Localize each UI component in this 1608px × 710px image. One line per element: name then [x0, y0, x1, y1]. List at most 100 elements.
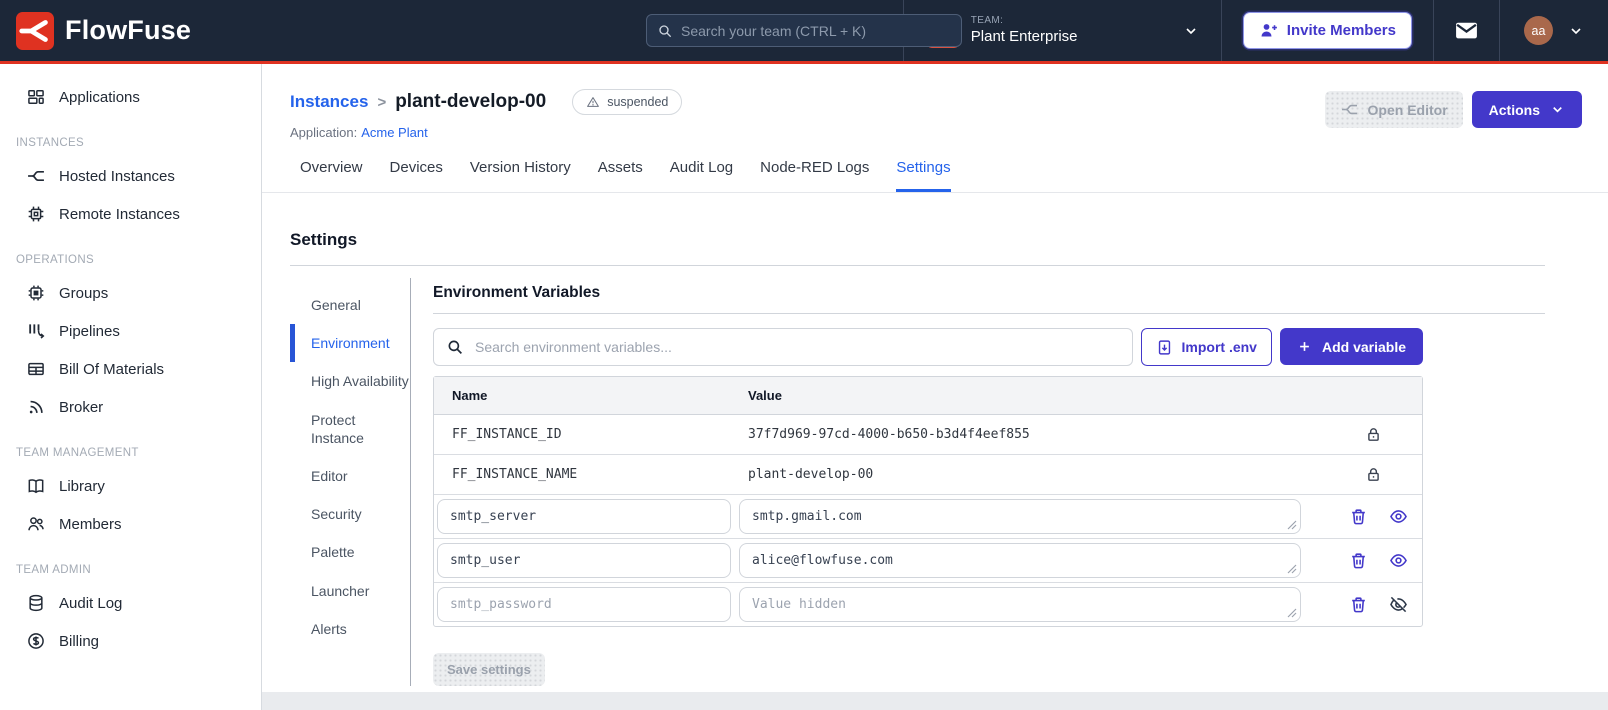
breadcrumb-instances-link[interactable]: Instances — [290, 92, 368, 112]
env-var-name-input[interactable] — [437, 499, 731, 534]
node-red-icon — [1341, 104, 1357, 115]
sidebar-item-applications[interactable]: Applications — [0, 78, 261, 116]
tab-audit-log[interactable]: Audit Log — [670, 159, 733, 192]
settings-nav-general[interactable]: General — [290, 286, 410, 324]
env-var-value-input[interactable]: smtp.gmail.com — [739, 499, 1301, 534]
column-header-name: Name — [452, 388, 488, 403]
table-header: Name Value — [434, 377, 1422, 415]
user-plus-icon — [1261, 24, 1277, 37]
sidebar-item-pipelines[interactable]: Pipelines — [0, 312, 261, 350]
breadcrumb-separator: > — [377, 93, 387, 111]
env-search-input[interactable] — [433, 328, 1133, 366]
invite-members-button[interactable]: Invite Members — [1242, 12, 1412, 49]
trash-icon — [1352, 553, 1365, 569]
application-label: Application: — [290, 125, 358, 140]
tab-version-history[interactable]: Version History — [470, 159, 571, 192]
divider — [290, 265, 1545, 266]
add-variable-button[interactable]: Add variable — [1279, 328, 1423, 365]
tab-settings[interactable]: Settings — [896, 159, 951, 192]
sidebar-item-label: Audit Log — [59, 594, 123, 612]
applications-icon — [26, 87, 46, 107]
sidebar-item-hosted-instances[interactable]: Hosted Instances — [0, 157, 261, 195]
settings-nav-editor[interactable]: Editor — [290, 457, 410, 495]
env-var-value-input[interactable] — [739, 587, 1301, 622]
header-actions: Open Editor Actions — [1324, 89, 1582, 140]
application-link[interactable]: Acme Plant — [361, 125, 427, 140]
notifications-button[interactable] — [1433, 0, 1499, 61]
sidebar-item-bill-of-materials[interactable]: Bill Of Materials — [0, 350, 261, 388]
delete-variable-button[interactable] — [1349, 507, 1368, 526]
settings-nav-high-availability[interactable]: High Availability — [290, 362, 410, 400]
import-file-icon — [1158, 339, 1170, 355]
breadcrumb: Instances > plant-develop-00 suspended — [290, 89, 683, 115]
resize-handle[interactable] — [1287, 520, 1297, 530]
env-toolbar: Import .env Add variable — [433, 328, 1423, 366]
sidebar-item-groups[interactable]: Groups — [0, 274, 261, 312]
tab-assets[interactable]: Assets — [598, 159, 643, 192]
hosted-instances-icon — [26, 166, 46, 186]
resize-handle[interactable] — [1287, 608, 1297, 618]
mail-icon — [1456, 22, 1477, 39]
trash-icon — [1352, 509, 1365, 525]
groups-icon — [26, 283, 46, 303]
sidebar-item-label: Library — [59, 477, 105, 495]
sidebar: Applications INSTANCES Hosted Instances … — [0, 64, 262, 710]
env-var-name-input[interactable] — [437, 543, 731, 578]
audit-log-icon — [26, 593, 46, 613]
sidebar-item-billing[interactable]: Billing — [0, 622, 261, 660]
sidebar-item-broker[interactable]: Broker — [0, 388, 261, 426]
sidebar-section-header: INSTANCES — [16, 137, 85, 149]
team-name: Plant Enterprise — [970, 28, 1078, 46]
trash-icon — [1352, 597, 1365, 613]
user-menu[interactable]: aa — [1499, 0, 1608, 61]
settings-nav-alerts[interactable]: Alerts — [290, 610, 410, 648]
env-var-name: FF_INSTANCE_ID — [452, 427, 562, 442]
team-label: TEAM: — [970, 15, 1004, 27]
sidebar-item-audit-log[interactable]: Audit Log — [0, 584, 261, 622]
brand[interactable]: FlowFuse — [0, 11, 191, 50]
members-icon — [26, 514, 46, 534]
settings-nav-palette[interactable]: Palette — [290, 533, 410, 571]
eye-icon — [1390, 554, 1407, 567]
settings-nav: General Environment High Availability Pr… — [290, 278, 410, 686]
chevron-down-icon — [1568, 23, 1584, 39]
sidebar-item-label: Pipelines — [59, 322, 120, 340]
actions-button[interactable]: Actions — [1471, 91, 1582, 128]
sidebar-section-header: OPERATIONS — [16, 254, 94, 266]
table-row: FF_INSTANCE_NAME plant-develop-00 — [434, 454, 1422, 494]
top-navbar: FlowFuse TEAM: Plant Enterprise Invite M… — [0, 0, 1608, 64]
search-icon — [659, 24, 672, 37]
sidebar-item-members[interactable]: Members — [0, 505, 261, 543]
invite-section: Invite Members — [1220, 0, 1433, 61]
env-var-name-input[interactable] — [437, 587, 731, 622]
eye-icon — [1390, 510, 1407, 523]
sidebar-item-library[interactable]: Library — [0, 467, 261, 505]
tab-node-red-logs[interactable]: Node-RED Logs — [760, 159, 869, 192]
main-content: Instances > plant-develop-00 suspended A… — [262, 64, 1608, 692]
settings-nav-launcher[interactable]: Launcher — [290, 572, 410, 610]
settings-nav-protect-instance[interactable]: Protect Instance — [290, 401, 410, 457]
toggle-visibility-button[interactable] — [1389, 551, 1408, 570]
actions-label: Actions — [1488, 101, 1540, 118]
sidebar-item-remote-instances[interactable]: Remote Instances — [0, 195, 261, 233]
library-icon — [26, 476, 46, 496]
env-var-value-input[interactable]: alice@flowfuse.com — [739, 543, 1301, 578]
sidebar-item-label: Bill Of Materials — [59, 360, 165, 378]
tab-overview[interactable]: Overview — [300, 159, 363, 192]
save-settings-button[interactable]: Save settings — [433, 653, 545, 686]
open-editor-button[interactable]: Open Editor — [1324, 91, 1463, 128]
tab-devices[interactable]: Devices — [390, 159, 443, 192]
table-row: smtp.gmail.com — [434, 494, 1422, 538]
settings-nav-security[interactable]: Security — [290, 495, 410, 533]
delete-variable-button[interactable] — [1349, 551, 1368, 570]
page-header: Instances > plant-develop-00 suspended A… — [262, 64, 1608, 140]
settings-nav-environment[interactable]: Environment — [290, 324, 410, 363]
add-variable-label: Add variable — [1321, 338, 1406, 355]
import-env-button[interactable]: Import .env — [1140, 328, 1272, 366]
delete-variable-button[interactable] — [1349, 595, 1368, 614]
toggle-visibility-button[interactable] — [1389, 595, 1408, 614]
resize-handle[interactable] — [1287, 564, 1297, 574]
env-var-value: plant-develop-00 — [748, 467, 874, 482]
toggle-visibility-button[interactable] — [1389, 507, 1408, 526]
team-search-input[interactable] — [681, 22, 951, 39]
